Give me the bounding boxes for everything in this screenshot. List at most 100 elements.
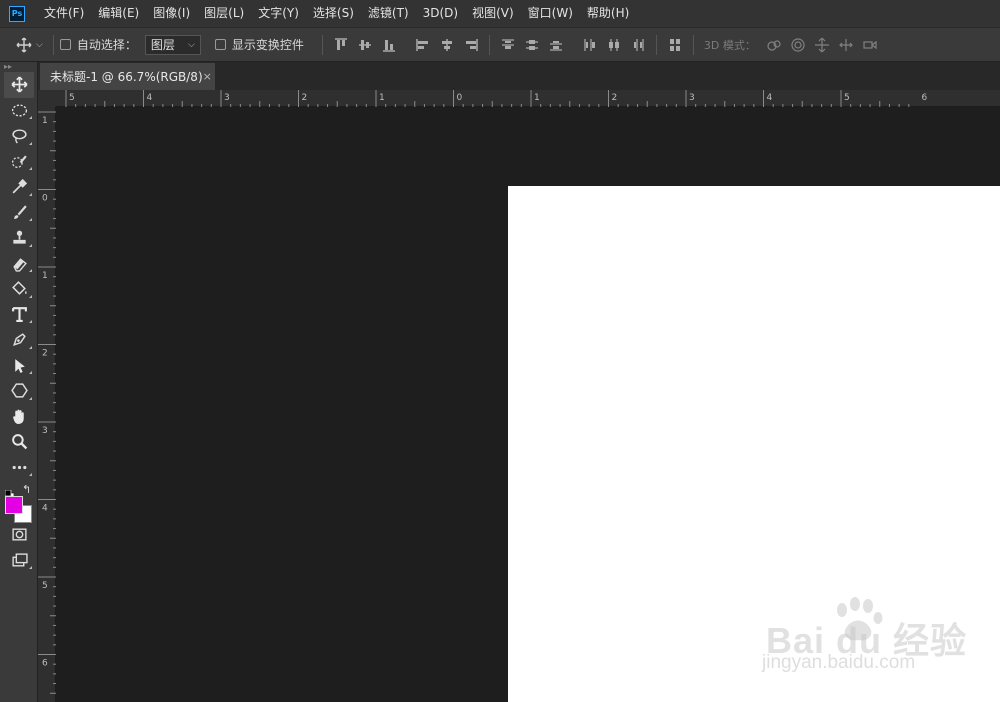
ruler-label: 0 <box>457 93 463 103</box>
panel-collapse-icon[interactable]: ▸▸ <box>0 62 37 72</box>
menu-window[interactable]: 窗口(W) <box>521 0 580 27</box>
3d-scale-icon[interactable] <box>860 35 880 55</box>
tools-panel: ▸▸ ↰ <box>0 62 38 702</box>
menu-filter[interactable]: 滤镜(T) <box>361 0 416 27</box>
ruler-label: 1 <box>42 116 48 126</box>
show-transform-checkbox[interactable] <box>214 39 226 50</box>
align-right-icon[interactable] <box>461 35 481 55</box>
align-bottom-icon[interactable] <box>379 35 399 55</box>
document-tab[interactable]: 未标题-1 @ 66.7%(RGB/8) × <box>40 63 215 90</box>
auto-align-icon[interactable] <box>665 35 685 55</box>
menu-file[interactable]: 文件(F) <box>37 0 91 27</box>
eraser-tool-icon[interactable] <box>0 251 38 277</box>
separator <box>655 34 657 55</box>
separator <box>321 34 323 55</box>
separator <box>488 34 490 55</box>
ruler-label: 5 <box>42 581 48 591</box>
distribute-top-icon[interactable] <box>498 35 518 55</box>
ruler-origin[interactable] <box>38 90 56 107</box>
hand-tool-icon[interactable] <box>0 404 38 430</box>
horizontal-ruler[interactable]: 5 4 3 2 1 0 1 2 3 4 5 6 <box>56 90 1000 107</box>
more-tools-icon[interactable] <box>0 455 38 481</box>
3d-roll-icon[interactable] <box>788 35 808 55</box>
3d-orbit-icon[interactable] <box>764 35 784 55</box>
menu-edit[interactable]: 编辑(E) <box>91 0 146 27</box>
photoshop-logo: Ps <box>9 5 25 22</box>
move-tool-preset-icon[interactable] <box>14 35 34 55</box>
screen-mode-icon[interactable] <box>0 548 38 574</box>
pen-tool-icon[interactable] <box>0 327 38 353</box>
menu-image[interactable]: 图像(I) <box>146 0 197 27</box>
marquee-tool-icon[interactable] <box>0 98 38 124</box>
document-tab-bar: 未标题-1 @ 66.7%(RGB/8) × <box>38 62 1000 90</box>
3d-pan-icon[interactable] <box>812 35 832 55</box>
foreground-color-swatch[interactable] <box>5 496 23 514</box>
auto-select-checkbox[interactable] <box>59 39 71 50</box>
lasso-tool-icon[interactable] <box>0 123 38 149</box>
ruler-label: 3 <box>224 93 230 103</box>
menu-view[interactable]: 视图(V) <box>465 0 521 27</box>
ruler-label: 1 <box>42 271 48 281</box>
distribute-vcenter-icon[interactable] <box>522 35 542 55</box>
ruler-label: 5 <box>844 93 850 103</box>
auto-select-value: 图层 <box>150 38 175 52</box>
chevron-down-icon: ⌵ <box>188 39 195 50</box>
separator <box>692 34 694 55</box>
3d-slide-icon[interactable] <box>836 35 856 55</box>
ruler-label: 3 <box>689 93 695 103</box>
ruler-label: 4 <box>42 504 48 514</box>
ruler-label: 2 <box>612 93 618 103</box>
swap-colors-icon[interactable]: ↰ <box>22 483 31 496</box>
3d-mode-label: 3D 模式： <box>703 38 756 52</box>
ruler-label: 1 <box>534 93 540 103</box>
baidu-watermark: Bai du 经验 jingyan.baidu.com <box>710 596 966 686</box>
ruler-label: 1 <box>379 93 385 103</box>
menu-select[interactable]: 选择(S) <box>306 0 361 27</box>
ruler-label: 4 <box>767 93 773 103</box>
ruler-label: 6 <box>42 659 48 669</box>
brush-tool-icon[interactable] <box>0 200 38 226</box>
vertical-ruler[interactable]: 1 0 1 2 3 4 5 6 <box>38 107 56 702</box>
default-colors-icon[interactable] <box>4 484 15 500</box>
quick-select-tool-icon[interactable] <box>0 149 38 175</box>
ruler-label: 0 <box>42 194 48 204</box>
align-vcenter-icon[interactable] <box>355 35 375 55</box>
type-tool-icon[interactable] <box>0 302 38 328</box>
auto-select-dropdown[interactable]: 图层 ⌵ <box>144 34 201 55</box>
distribute-bottom-icon[interactable] <box>546 35 566 55</box>
align-top-icon[interactable] <box>331 35 351 55</box>
ruler-label: 5 <box>69 93 75 103</box>
color-swatches: ↰ <box>0 480 37 523</box>
quick-mask-icon[interactable] <box>0 522 38 548</box>
menu-bar: Ps 文件(F) 编辑(E) 图像(I) 图层(L) 文字(Y) 选择(S) 滤… <box>0 0 1000 27</box>
auto-select-label: 自动选择： <box>76 38 137 52</box>
distribute-left-icon[interactable] <box>580 35 600 55</box>
move-tool-icon[interactable] <box>4 72 34 98</box>
watermark-url: jingyan.baidu.com <box>762 652 916 673</box>
shape-tool-icon[interactable] <box>0 378 38 404</box>
menu-help[interactable]: 帮助(H) <box>580 0 636 27</box>
menu-type[interactable]: 文字(Y) <box>251 0 306 27</box>
ruler-label: 2 <box>42 349 48 359</box>
close-icon[interactable]: × <box>203 70 212 83</box>
paint-bucket-tool-icon[interactable] <box>0 276 38 302</box>
distribute-right-icon[interactable] <box>628 35 648 55</box>
document-tab-title: 未标题-1 @ 66.7%(RGB/8) <box>50 70 203 84</box>
align-left-icon[interactable] <box>413 35 433 55</box>
separator <box>52 34 54 55</box>
align-hcenter-icon[interactable] <box>437 35 457 55</box>
distribute-hcenter-icon[interactable] <box>604 35 624 55</box>
path-select-tool-icon[interactable] <box>0 353 38 379</box>
ruler-label: 4 <box>147 93 153 103</box>
ruler-label: 6 <box>922 93 928 103</box>
eyedropper-tool-icon[interactable] <box>0 174 38 200</box>
clone-stamp-tool-icon[interactable] <box>0 225 38 251</box>
ruler-label: 2 <box>302 93 308 103</box>
chevron-down-icon[interactable]: ⌵ <box>36 40 43 50</box>
options-bar: ⌵ 自动选择： 图层 ⌵ 显示变换控件 3D 模式： <box>0 27 1000 62</box>
menu-layer[interactable]: 图层(L) <box>197 0 251 27</box>
show-transform-label: 显示变换控件 <box>231 38 304 52</box>
menu-3d[interactable]: 3D(D) <box>416 0 465 27</box>
zoom-tool-icon[interactable] <box>0 429 38 455</box>
ruler-label: 3 <box>42 426 48 436</box>
